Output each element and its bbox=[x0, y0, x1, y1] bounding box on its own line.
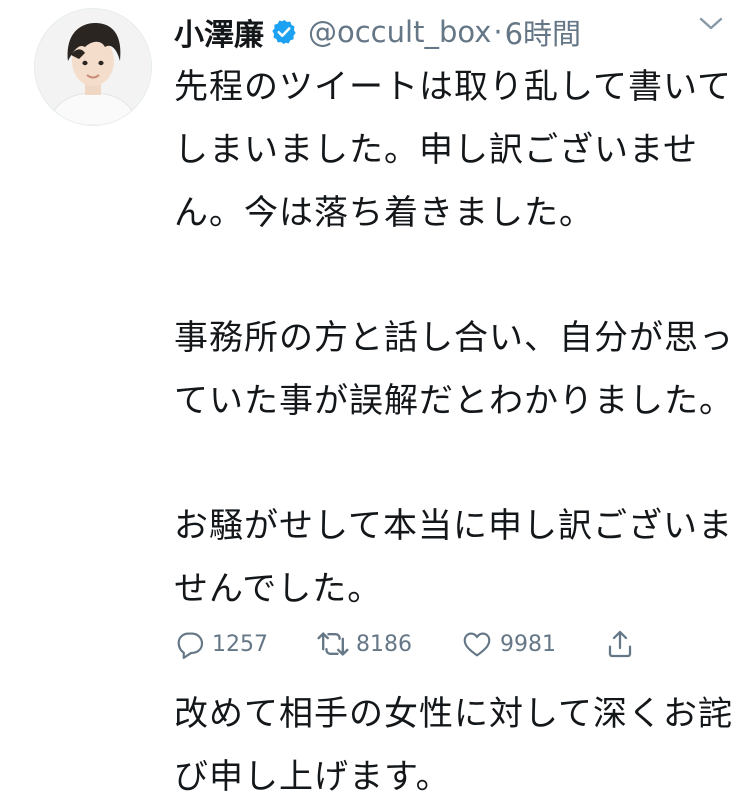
chevron-down-icon[interactable] bbox=[696, 4, 726, 44]
tweet-paragraph: 事務所の方と話し合い、自分が思っていた事が誤解だとわかりました。 bbox=[174, 318, 734, 421]
retweet-button[interactable]: 8186 bbox=[316, 624, 412, 664]
heart-icon bbox=[463, 632, 491, 657]
like-button[interactable]: 9981 bbox=[460, 624, 556, 664]
user-handle[interactable]: @occult_box bbox=[308, 15, 491, 49]
share-button[interactable] bbox=[604, 624, 642, 664]
display-name[interactable]: 小澤廉 bbox=[174, 10, 264, 54]
tweet-paragraph: お騒がせして本当に申し訳ございませんでした。 bbox=[174, 506, 733, 609]
retweet-icon bbox=[317, 632, 349, 656]
tweet-paragraph: 先程のツイートは取り乱して書いてしまいました。申し訳ございません。今は落ち着きま… bbox=[174, 67, 732, 233]
tweet-paragraph: 改めて相手の女性に対して深くお詫び申し上げます。 bbox=[174, 694, 733, 797]
share-icon bbox=[608, 630, 632, 658]
timestamp[interactable]: 6時間 bbox=[505, 11, 581, 53]
tweet-actions: 1257 8186 9981 bbox=[174, 624, 644, 664]
tweet-text: 先程のツイートは取り乱して書いてしまいました。申し訳ございません。今は落ち着きま… bbox=[174, 56, 734, 809]
verified-badge-icon bbox=[270, 18, 298, 46]
separator-dot: · bbox=[493, 15, 503, 49]
reply-count: 1257 bbox=[212, 631, 268, 657]
reply-button[interactable]: 1257 bbox=[174, 624, 268, 664]
tweet-header: 小澤廉 @occult_box · 6時間 bbox=[174, 8, 734, 56]
retweet-count: 8186 bbox=[356, 631, 412, 657]
avatar[interactable] bbox=[34, 8, 152, 126]
reply-icon bbox=[177, 632, 204, 659]
like-count: 9981 bbox=[500, 631, 556, 657]
